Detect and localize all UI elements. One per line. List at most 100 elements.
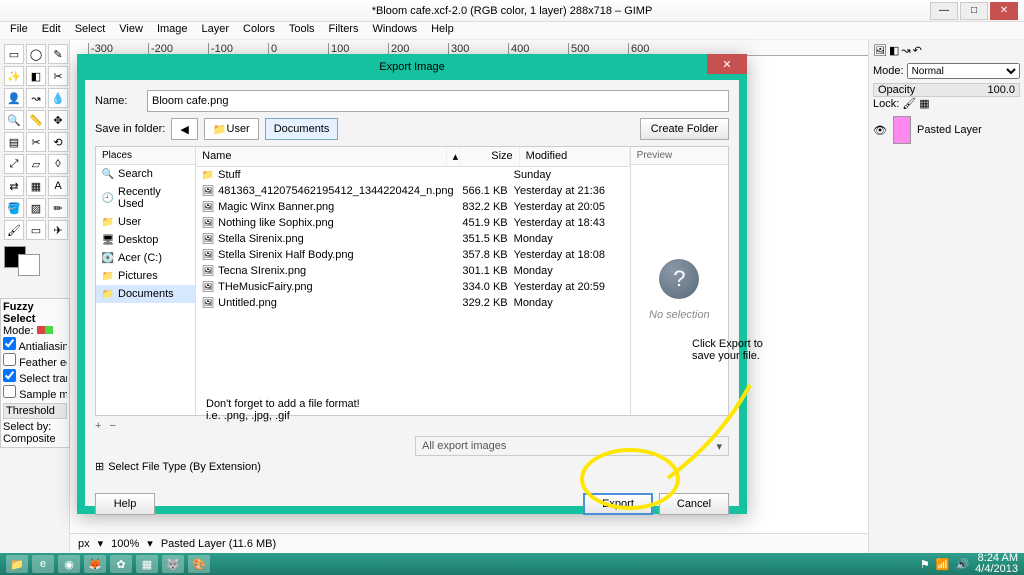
file-row[interactable]: 🖼Stella Sirenix.png351.5 KBMonday [196,231,630,247]
file-type-expander[interactable]: ⊞ Select File Type (By Extension) [95,460,729,473]
zoom-selector[interactable]: 100% [111,538,139,550]
tool-shear[interactable]: ▱ [26,154,46,174]
tool-align[interactable]: ▤ [4,132,24,152]
file-row[interactable]: 🖼Stella Sirenix Half Body.png357.8 KBYes… [196,247,630,263]
tool-blend[interactable]: ▨ [26,198,46,218]
tool-measure[interactable]: 📏 [26,110,46,130]
col-size[interactable]: Size [460,147,520,166]
taskbar-paint-icon[interactable]: 🎨 [188,555,210,573]
dialog-close-button[interactable]: ✕ [707,54,747,74]
menu-tools[interactable]: Tools [283,22,321,39]
tool-flip[interactable]: ⇄ [4,176,24,196]
path-back-button[interactable]: ◀ [171,118,197,140]
filter-select[interactable]: All export images▾ [415,436,729,456]
tray-volume-icon[interactable]: 🔊 [955,558,969,571]
menu-view[interactable]: View [113,22,149,39]
paths-tab-icon[interactable]: ↝ [901,44,910,57]
menu-windows[interactable]: Windows [366,22,423,39]
bg-color[interactable] [18,254,40,276]
filename-input[interactable] [147,90,729,112]
opacity-slider[interactable]: Opacity100.0 [873,83,1020,97]
file-row[interactable]: 🖼Tecna SIrenix.png301.1 KBMonday [196,263,630,279]
tool-fuzzy-select[interactable]: ✨ [4,66,24,86]
taskbar-chrome-icon[interactable]: ◉ [58,555,80,573]
tool-paths[interactable]: ↝ [26,88,46,108]
tool-text[interactable]: A [48,176,68,196]
tool-color-select[interactable]: ◧ [26,66,46,86]
tool-ellipse-select[interactable]: ◯ [26,44,46,64]
tool-rotate[interactable]: ⟲ [48,132,68,152]
channels-tab-icon[interactable]: ◧ [889,44,899,57]
file-row[interactable]: 🖼Magic Winx Banner.png832.2 KBYesterday … [196,199,630,215]
menu-layer[interactable]: Layer [196,22,236,39]
tool-crop[interactable]: ✂ [26,132,46,152]
opt-antialias[interactable]: Antialiasing [3,337,67,353]
minimize-button[interactable]: — [930,2,958,20]
tray-wifi-icon[interactable]: 📶 [936,558,950,571]
menu-help[interactable]: Help [425,22,460,39]
place-item[interactable]: 📁Pictures [96,267,195,285]
tool-perspective[interactable]: ◊ [48,154,68,174]
unit-selector[interactable]: px [78,538,90,550]
taskbar-firefox-icon[interactable]: 🦊 [84,555,106,573]
menu-select[interactable]: Select [69,22,112,39]
col-modified[interactable]: Modified [520,147,630,166]
threshold-slider[interactable]: Threshold [3,403,67,419]
layer-row[interactable]: 👁 Pasted Layer [873,116,1020,144]
file-row[interactable]: 🖼Nothing like Sophix.png451.9 KBYesterda… [196,215,630,231]
tool-color-picker[interactable]: 💧 [48,88,68,108]
path-documents[interactable]: Documents [265,118,339,140]
taskbar-app1-icon[interactable]: ✿ [110,555,132,573]
tray-flag-icon[interactable]: ⚑ [920,558,930,571]
menu-filters[interactable]: Filters [323,22,365,39]
add-place-button[interactable]: + [95,420,101,432]
place-item[interactable]: 🔍Search [96,165,195,183]
tool-eraser[interactable]: ▭ [26,220,46,240]
lock-alpha-icon[interactable]: ▦ [919,97,929,110]
blend-mode-select[interactable]: Normal [907,63,1020,79]
cancel-button[interactable]: Cancel [659,493,729,515]
col-name[interactable]: Name [196,147,447,166]
place-item[interactable]: 📁Documents [96,285,195,303]
place-item[interactable]: 🕘Recently Used [96,183,195,213]
opt-transparent[interactable]: Select transparen [3,369,67,385]
place-item[interactable]: 📁User [96,213,195,231]
menu-image[interactable]: Image [151,22,194,39]
export-button[interactable]: Export [583,493,653,515]
file-row[interactable]: 🖼THeMusicFairy.png334.0 KBYesterday at 2… [196,279,630,295]
undo-tab-icon[interactable]: ↶ [913,44,922,57]
lock-pixels-icon[interactable]: 🖌 [902,97,916,110]
tool-scale[interactable]: ⤢ [4,154,24,174]
taskbar-ie-icon[interactable]: e [32,555,54,573]
opt-feather[interactable]: Feather edges [3,353,67,369]
place-item[interactable]: 💽Acer (C:) [96,249,195,267]
file-row[interactable]: 🖼481363_412075462195412_1344220424_n.png… [196,183,630,199]
eye-icon[interactable]: 👁 [873,123,887,137]
opt-sample-merged[interactable]: Sample merged [3,385,67,401]
taskbar-explorer-icon[interactable]: 📁 [6,555,28,573]
tool-foreground[interactable]: 👤 [4,88,24,108]
menu-file[interactable]: File [4,22,34,39]
create-folder-button[interactable]: Create Folder [640,118,729,140]
tool-brush[interactable]: 🖌 [4,220,24,240]
place-item[interactable]: 🖥Desktop [96,231,195,249]
menu-colors[interactable]: Colors [237,22,281,39]
tool-rect-select[interactable]: ▭ [4,44,24,64]
path-user[interactable]: 📁 User [204,118,259,140]
close-button[interactable]: ✕ [990,2,1018,20]
layer-name[interactable]: Pasted Layer [917,124,982,136]
layers-tab-icon[interactable]: 🖼 [873,44,887,57]
remove-place-button[interactable]: − [109,420,115,432]
tool-scissors[interactable]: ✂ [48,66,68,86]
tool-move[interactable]: ✥ [48,110,68,130]
tool-pencil[interactable]: ✏ [48,198,68,218]
tool-cage[interactable]: ▦ [26,176,46,196]
taskbar-clock[interactable]: 8:24 AM 4/4/2013 [975,553,1018,575]
tool-airbrush[interactable]: ✈ [48,220,68,240]
tool-free-select[interactable]: ✎ [48,44,68,64]
file-row[interactable]: 🖼Untitled.png329.2 KBMonday [196,295,630,311]
taskbar-app2-icon[interactable]: ▦ [136,555,158,573]
menu-edit[interactable]: Edit [36,22,67,39]
file-row[interactable]: 📁StuffSunday [196,167,630,183]
tool-zoom[interactable]: 🔍 [4,110,24,130]
